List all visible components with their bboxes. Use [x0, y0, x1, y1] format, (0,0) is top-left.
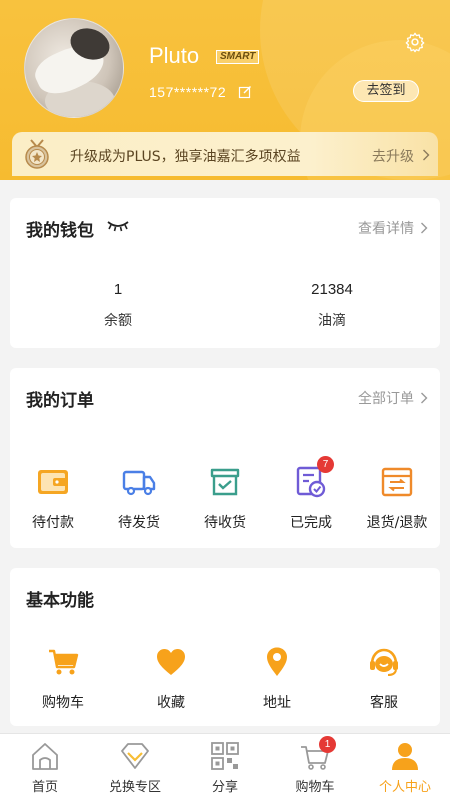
order-completed-label: 已完成 [290, 515, 332, 531]
oil-drops-value: 21384 [311, 281, 353, 298]
function-address-label: 地址 [263, 695, 291, 711]
oil-drops-label: 油滴 [318, 313, 346, 329]
tab-redeem-label: 兑换专区 [108, 780, 161, 795]
qrcode-icon [211, 742, 239, 770]
chevron-right-icon [421, 392, 428, 404]
avatar[interactable] [24, 18, 124, 118]
tab-home[interactable]: 首页 [0, 734, 90, 800]
function-cart[interactable]: 购物车 [20, 644, 106, 712]
tab-share[interactable]: 分享 [180, 734, 270, 800]
chevron-right-icon [423, 149, 430, 161]
home-icon [32, 743, 58, 770]
return-icon [381, 467, 413, 497]
cart-count-badge: 1 [319, 736, 336, 753]
diamond-icon [121, 743, 149, 769]
tab-cart[interactable]: 1 购物车 [270, 734, 360, 800]
edit-icon[interactable] [238, 85, 252, 99]
balance-label: 余额 [104, 313, 132, 329]
wallet-card: 我的钱包 查看详情 1 余额 21384 油滴 [10, 198, 440, 348]
user-icon [392, 743, 418, 770]
function-customer-service-label: 客服 [370, 695, 398, 711]
function-favorites-label: 收藏 [157, 695, 185, 711]
tab-cart-label: 购物车 [295, 780, 335, 795]
membership-badge: SMART [216, 50, 260, 64]
oil-drops-stat[interactable]: 21384 油滴 [262, 281, 402, 330]
all-orders-link[interactable]: 全部订单 [358, 388, 428, 408]
medal-icon [25, 139, 49, 169]
tab-profile-label: 个人中心 [378, 780, 431, 795]
basic-functions-card: 基本功能 购物车 收藏 地址 客服 [10, 568, 440, 726]
function-customer-service[interactable]: 客服 [341, 644, 427, 712]
function-cart-label: 购物车 [42, 695, 84, 711]
functions-title: 基本功能 [26, 591, 94, 611]
order-pending-payment-label: 待付款 [32, 515, 74, 531]
plus-upgrade-link[interactable]: 去升级 [372, 146, 414, 166]
wallet-details-label: 查看详情 [358, 221, 414, 237]
order-pending-receipt[interactable]: 待收货 [182, 464, 268, 532]
wallet-details-link[interactable]: 查看详情 [358, 218, 428, 238]
heart-icon [157, 649, 185, 675]
order-pending-shipment-label: 待发货 [118, 515, 160, 531]
tab-share-label: 分享 [211, 780, 238, 795]
function-favorites[interactable]: 收藏 [128, 644, 214, 712]
location-icon [267, 647, 287, 676]
order-completed[interactable]: 7 已完成 [268, 456, 354, 532]
gear-icon[interactable] [404, 31, 426, 53]
order-returns[interactable]: 退货/退款 [354, 464, 440, 532]
function-address[interactable]: 地址 [234, 644, 320, 712]
bottom-tab-bar: 首页 兑换专区 分享 1 购物车 个人中心 [0, 733, 450, 800]
wallet-icon [38, 470, 68, 494]
phone-number: 157******72 [149, 84, 227, 100]
orders-title: 我的订单 [26, 391, 94, 411]
tab-redeem[interactable]: 兑换专区 [90, 734, 180, 800]
all-orders-label: 全部订单 [358, 391, 414, 407]
checkin-button[interactable]: 去签到 [353, 80, 419, 102]
order-pending-payment[interactable]: 待付款 [10, 464, 96, 532]
wallet-title: 我的钱包 [26, 221, 94, 241]
order-returns-label: 退货/退款 [366, 515, 428, 531]
balance-stat[interactable]: 1 余额 [48, 281, 188, 330]
balance-value: 1 [113, 281, 123, 298]
box-icon [210, 468, 240, 496]
chevron-right-icon [421, 222, 428, 234]
tab-home-label: 首页 [31, 780, 58, 795]
tab-profile[interactable]: 个人中心 [360, 734, 450, 800]
order-pending-receipt-label: 待收货 [204, 515, 246, 531]
order-pending-shipment[interactable]: 待发货 [96, 464, 182, 532]
orders-card: 我的订单 全部订单 待付款 待发货 待收货 7 已完成 退货/退款 [10, 368, 440, 548]
truck-icon [122, 470, 156, 496]
headset-icon [370, 648, 398, 676]
eye-closed-icon[interactable] [106, 218, 130, 232]
completed-count-badge: 7 [317, 456, 334, 473]
username: Pluto [149, 43, 200, 68]
plus-upgrade-text: 升级成为PLUS，独享油嘉汇多项权益 [70, 149, 301, 165]
cart-icon [49, 649, 79, 675]
